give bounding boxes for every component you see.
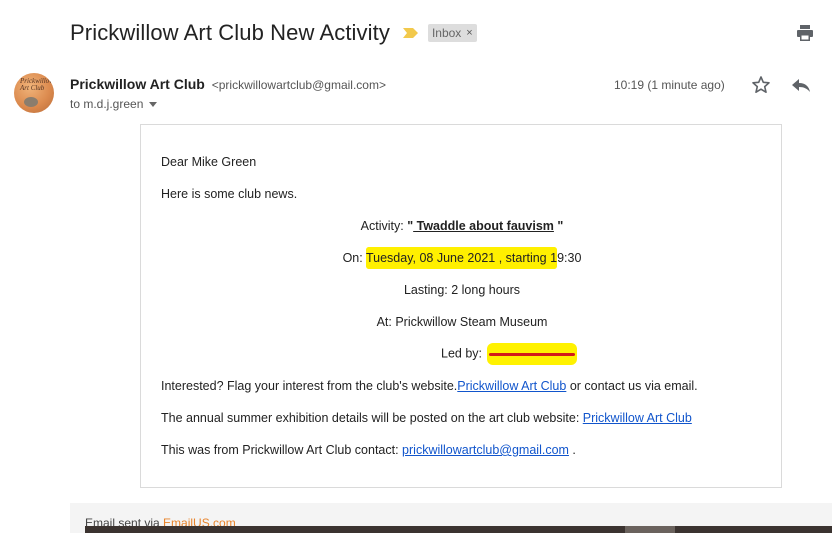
interest-suffix: or contact us via email. (566, 379, 698, 393)
activity-line: Activity: " Twaddle about fauvism " (141, 219, 783, 233)
recipient-text: to m.d.j.green (70, 97, 144, 111)
exhibition-website-link[interactable]: Prickwillow Art Club (583, 411, 692, 425)
avatar-text: Prickwillow Art Club (20, 77, 54, 92)
sender-line: Prickwillow Art Club <prickwillowartclub… (70, 76, 386, 92)
email-subject: Prickwillow Art Club New Activity (70, 20, 390, 45)
duration-line: Lasting: 2 long hours (403, 283, 521, 297)
interest-line: Interested? Flag your interest from the … (161, 379, 698, 393)
sender-email: <prickwillowartclub@gmail.com> (211, 78, 386, 92)
activity-close-quote: " (553, 219, 564, 233)
date-highlight: Tuesday, 08 June 2021 , starting 1 (365, 247, 558, 269)
subject-row: Prickwillow Art Club New Activity Inbox … (70, 18, 477, 48)
location-line: At: Prickwillow Steam Museum (376, 315, 548, 329)
remove-label-button[interactable]: × (466, 27, 472, 39)
activity-prefix: Activity: (360, 219, 408, 233)
chevron-down-icon[interactable] (149, 101, 158, 107)
contact-text: This was from Prickwillow Art Club conta… (161, 443, 403, 457)
contact-suffix: . (568, 443, 576, 457)
importance-marker-icon[interactable] (402, 27, 420, 39)
contact-email-link[interactable]: prickwillowartclub@gmail.com (402, 443, 569, 457)
reply-icon[interactable] (790, 75, 812, 95)
led-by-label: Led by: (441, 346, 486, 361)
sender-name[interactable]: Prickwillow Art Club (70, 76, 205, 92)
greeting: Dear Mike Green (161, 155, 257, 169)
bottom-strip (85, 526, 832, 533)
exhibition-line: The annual summer exhibition details wil… (161, 411, 692, 425)
led-by-line: Led by: (441, 343, 578, 365)
inbox-label-text: Inbox (431, 26, 462, 40)
recipient-line[interactable]: to m.d.j.green (70, 97, 158, 111)
interest-text: Interested? Flag your interest from the … (161, 379, 458, 393)
contact-line: This was from Prickwillow Art Club conta… (161, 443, 576, 457)
avatar[interactable]: Prickwillow Art Club (14, 73, 54, 113)
timestamp: 10:19 (1 minute ago) (614, 78, 725, 92)
club-website-link[interactable]: Prickwillow Art Club (457, 379, 566, 393)
activity-title: Twaddle about fauvism (413, 219, 554, 233)
print-icon[interactable] (796, 24, 814, 42)
inbox-label[interactable]: Inbox × (427, 24, 477, 42)
avatar-graphic (24, 97, 38, 107)
message-body: Dear Mike Green Here is some club news. … (140, 124, 782, 488)
date-prefix: On: (342, 251, 366, 265)
date-line: On: Tuesday, 08 June 2021 , starting 19:… (141, 247, 783, 269)
scroll-thumb[interactable] (625, 526, 675, 533)
star-icon[interactable] (751, 75, 771, 95)
redacted-name (487, 343, 578, 365)
date-suffix: 9:30 (557, 251, 582, 265)
intro-text: Here is some club news. (161, 187, 298, 201)
exhibition-text: The annual summer exhibition details wil… (161, 411, 583, 425)
